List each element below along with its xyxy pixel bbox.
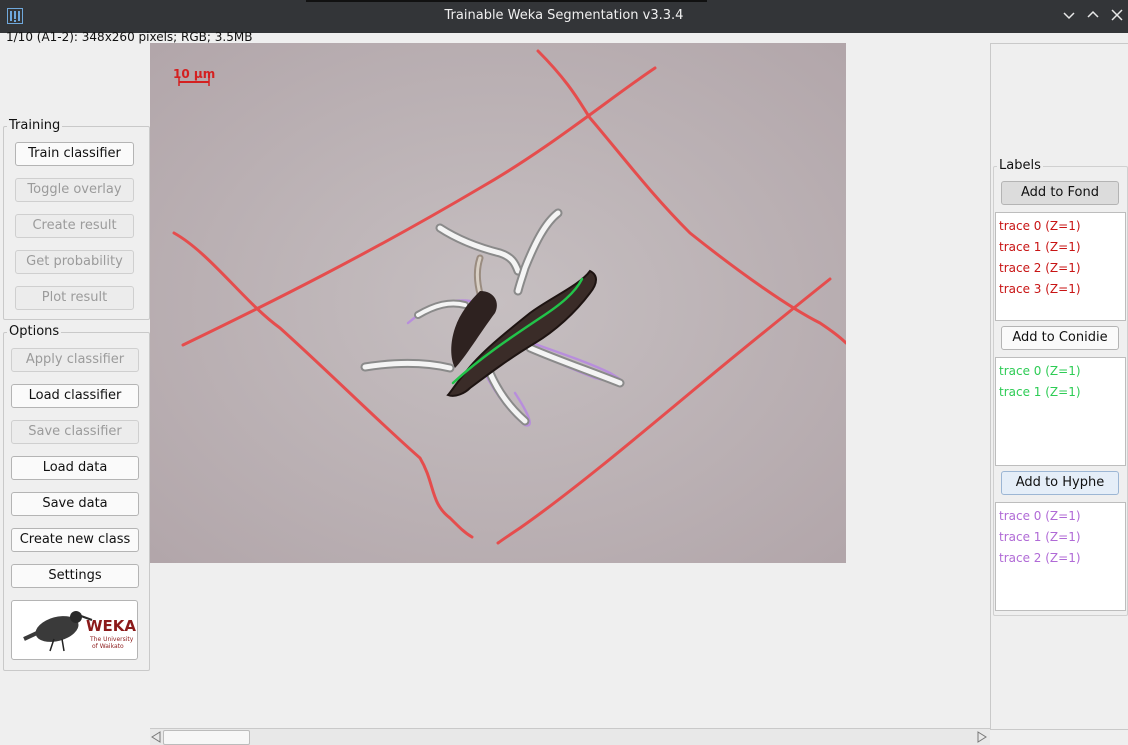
horizontal-scrollbar[interactable]	[150, 728, 990, 745]
list-item[interactable]: trace 1 (Z=1)	[996, 527, 1125, 548]
apply-classifier-button[interactable]: Apply classifier	[11, 348, 139, 372]
options-title: Options	[7, 324, 62, 339]
image-canvas[interactable]: 10 µm	[150, 43, 846, 563]
svg-text:of Waikato: of Waikato	[92, 643, 124, 650]
scroll-right-icon[interactable]	[976, 730, 988, 744]
load-data-button[interactable]: Load data	[11, 456, 139, 480]
list-item[interactable]: trace 0 (Z=1)	[996, 216, 1125, 237]
load-classifier-button[interactable]: Load classifier	[11, 384, 139, 408]
title-accent	[306, 0, 707, 2]
title-bar: Trainable Weka Segmentation v3.3.4	[0, 0, 1128, 33]
maximize-button[interactable]	[1084, 8, 1102, 26]
create-result-button[interactable]: Create result	[15, 214, 134, 238]
settings-button[interactable]: Settings	[11, 564, 139, 588]
list-item[interactable]: trace 3 (Z=1)	[996, 279, 1125, 300]
list-item[interactable]: trace 0 (Z=1)	[996, 506, 1125, 527]
chevron-down-icon	[1063, 12, 1075, 20]
conidie-trace-list[interactable]: trace 0 (Z=1) trace 1 (Z=1)	[995, 357, 1126, 466]
fond-trace-list[interactable]: trace 0 (Z=1) trace 1 (Z=1) trace 2 (Z=1…	[995, 212, 1126, 321]
window-title: Trainable Weka Segmentation v3.3.4	[444, 8, 684, 23]
svg-text:The University: The University	[89, 636, 134, 643]
plot-result-button[interactable]: Plot result	[15, 286, 134, 310]
labels-title: Labels	[997, 158, 1043, 173]
image-info: 1/10 (A1-2): 348x260 pixels; RGB; 3.5MB	[6, 30, 253, 44]
list-item[interactable]: trace 0 (Z=1)	[996, 361, 1125, 382]
list-item[interactable]: trace 1 (Z=1)	[996, 237, 1125, 258]
minimize-button[interactable]	[1060, 8, 1078, 26]
save-data-button[interactable]: Save data	[11, 492, 139, 516]
get-probability-button[interactable]: Get probability	[15, 250, 134, 274]
save-classifier-button[interactable]: Save classifier	[11, 420, 139, 444]
chevron-up-icon	[1087, 10, 1099, 18]
create-new-class-button[interactable]: Create new class	[11, 528, 139, 552]
scroll-left-icon[interactable]	[150, 730, 162, 744]
weka-bird-icon: WEKA The University of Waikato	[23, 611, 136, 652]
hyphe-trace-list[interactable]: trace 0 (Z=1) trace 1 (Z=1) trace 2 (Z=1…	[995, 502, 1126, 611]
weka-logo[interactable]: WEKA The University of Waikato	[11, 600, 138, 660]
micrograph-background	[150, 43, 846, 563]
list-item[interactable]: trace 2 (Z=1)	[996, 548, 1125, 569]
add-to-conidie-button[interactable]: Add to Conidie	[1001, 326, 1119, 350]
toggle-overlay-button[interactable]: Toggle overlay	[15, 178, 134, 202]
svg-text:WEKA: WEKA	[86, 617, 136, 635]
training-title: Training	[7, 118, 63, 133]
close-icon	[1111, 9, 1123, 21]
close-button[interactable]	[1108, 8, 1126, 26]
list-item[interactable]: trace 1 (Z=1)	[996, 382, 1125, 403]
list-item[interactable]: trace 2 (Z=1)	[996, 258, 1125, 279]
scroll-thumb[interactable]	[163, 730, 250, 745]
add-to-fond-button[interactable]: Add to Fond	[1001, 181, 1119, 205]
add-to-hyphe-button[interactable]: Add to Hyphe	[1001, 471, 1119, 495]
train-classifier-button[interactable]: Train classifier	[15, 142, 134, 166]
